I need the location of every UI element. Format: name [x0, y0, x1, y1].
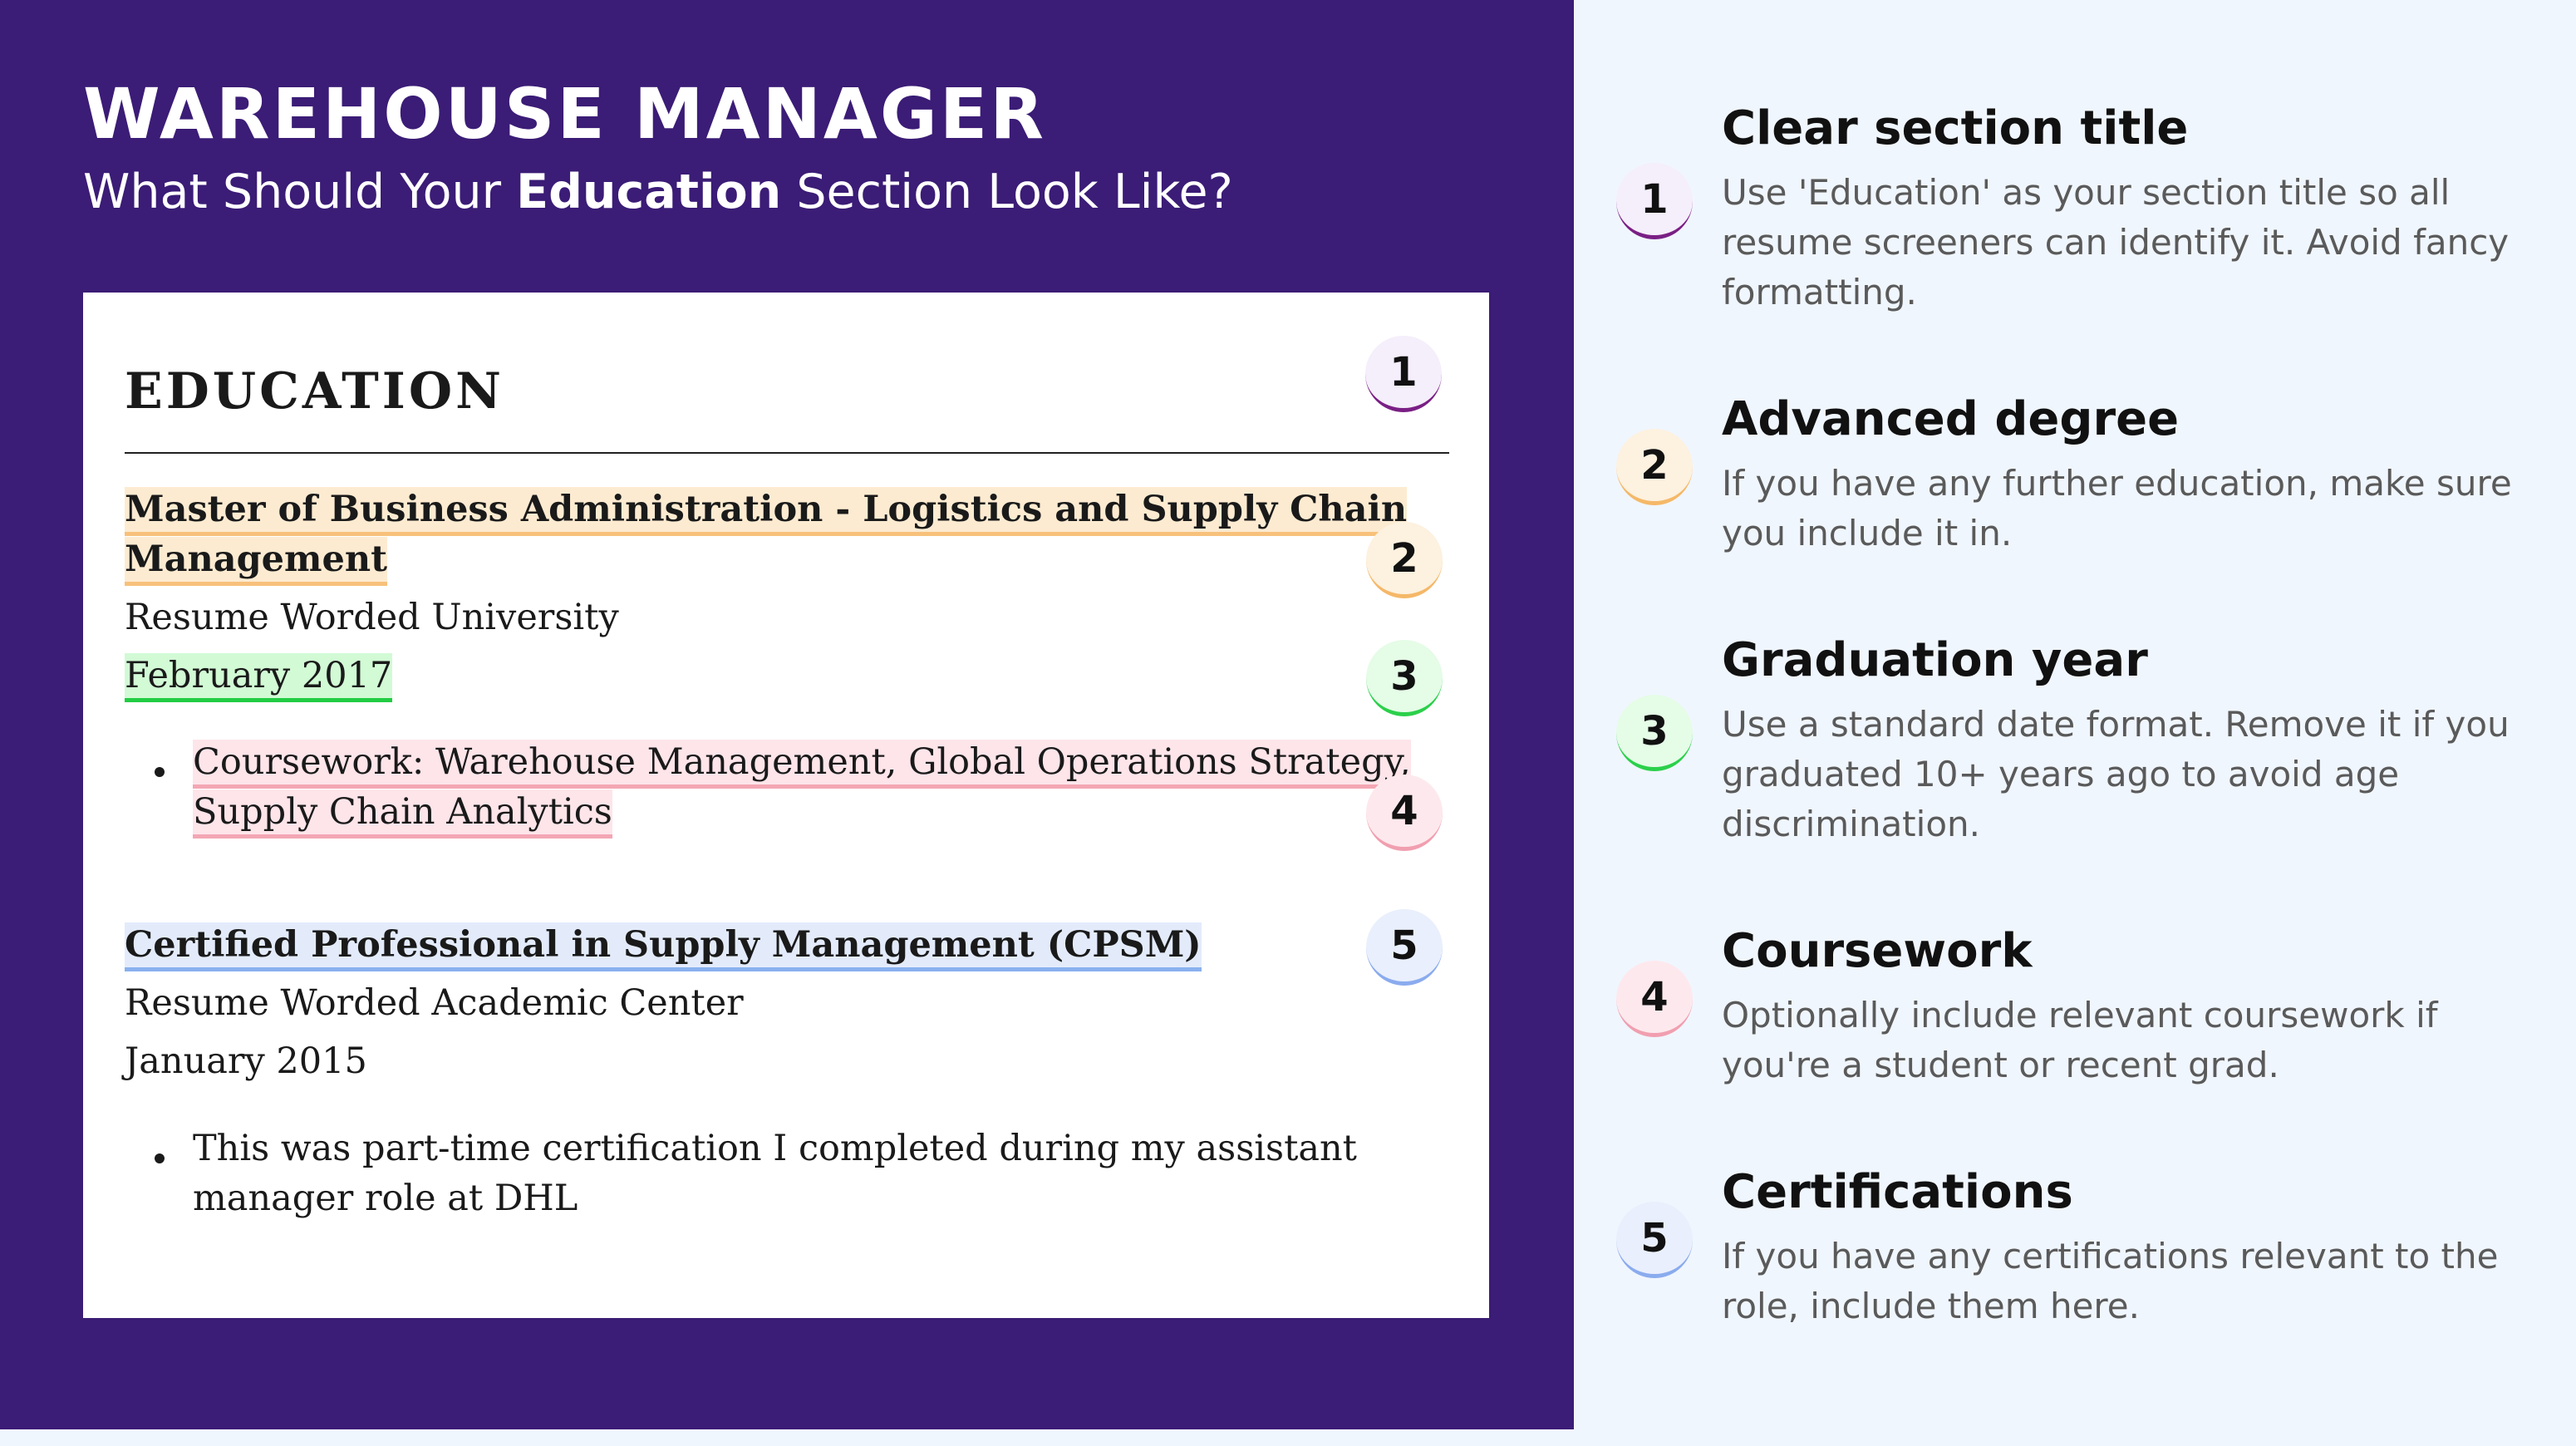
- tip-title-4: Coursework: [1722, 924, 2033, 978]
- cert-highlight: Certified Professional in Supply Managem…: [125, 922, 1202, 971]
- bullet-dot-2: [155, 1153, 165, 1163]
- subtitle-pre: What Should Your: [83, 165, 517, 219]
- tip-title-3: Graduation year: [1722, 633, 2148, 687]
- coursework-highlight-2: Supply Chain Analytics: [193, 789, 612, 839]
- degree-highlight-2: Management: [125, 537, 387, 586]
- tip-badge-4: 4: [1616, 961, 1693, 1037]
- cert-title: Certified Professional in Supply Managem…: [125, 922, 1202, 971]
- page-subtitle: What Should Your Education Section Look …: [83, 165, 1233, 219]
- subtitle-post: Section Look Like?: [781, 165, 1233, 219]
- tip-badge-3: 3: [1616, 695, 1693, 771]
- school-2: Resume Worded Academic Center: [125, 982, 744, 1024]
- bullet-1-line-2: Supply Chain Analytics: [193, 789, 612, 839]
- bullet-2-line-1: This was part-time certification I compl…: [193, 1128, 1357, 1169]
- badge-1: 1: [1365, 336, 1442, 412]
- tip-badge-1: 1: [1616, 163, 1693, 239]
- badge-5: 5: [1366, 909, 1443, 986]
- tip-badge-5: 5: [1616, 1202, 1693, 1278]
- heading-divider: [125, 452, 1449, 454]
- tip-title-5: Certifications: [1722, 1165, 2073, 1219]
- coursework-highlight-1: Coursework: Warehouse Management, Global…: [193, 740, 1411, 789]
- tip-badge-2: 2: [1616, 429, 1693, 505]
- subtitle-bold: Education: [516, 165, 782, 219]
- bullet-1-line-1: Coursework: Warehouse Management, Global…: [193, 740, 1411, 789]
- bullet-2-line-2: manager role at DHL: [193, 1178, 578, 1219]
- tip-title-1: Clear section title: [1722, 101, 2189, 155]
- education-heading: EDUCATION: [125, 362, 504, 421]
- date-1: February 2017: [125, 653, 393, 702]
- degree-line-2: Management: [125, 537, 387, 586]
- badge-3: 3: [1366, 640, 1443, 716]
- page-title: WAREHOUSE MANAGER: [83, 73, 1046, 155]
- tip-text-5: If you have any certifications relevant …: [1722, 1236, 2499, 1326]
- degree-line-1: Master of Business Administration - Logi…: [125, 487, 1408, 536]
- resume-card: EDUCATION Master of Business Administrat…: [83, 293, 1489, 1318]
- date-2: January 2015: [125, 1040, 367, 1082]
- tip-text-3: Use a standard date format. Remove it if…: [1722, 704, 2510, 844]
- date-highlight-1: February 2017: [125, 653, 393, 702]
- badge-2: 2: [1366, 522, 1443, 598]
- school-1: Resume Worded University: [125, 597, 619, 638]
- tip-title-2: Advanced degree: [1722, 392, 2180, 446]
- tip-text-1: Use 'Education' as your section title so…: [1722, 172, 2510, 312]
- badge-4: 4: [1366, 775, 1443, 851]
- tip-text-2: If you have any further education, make …: [1722, 463, 2512, 553]
- bullet-dot-1: [155, 767, 165, 777]
- degree-highlight-1: Master of Business Administration - Logi…: [125, 487, 1408, 536]
- tip-text-4: Optionally include relevant coursework i…: [1722, 995, 2438, 1085]
